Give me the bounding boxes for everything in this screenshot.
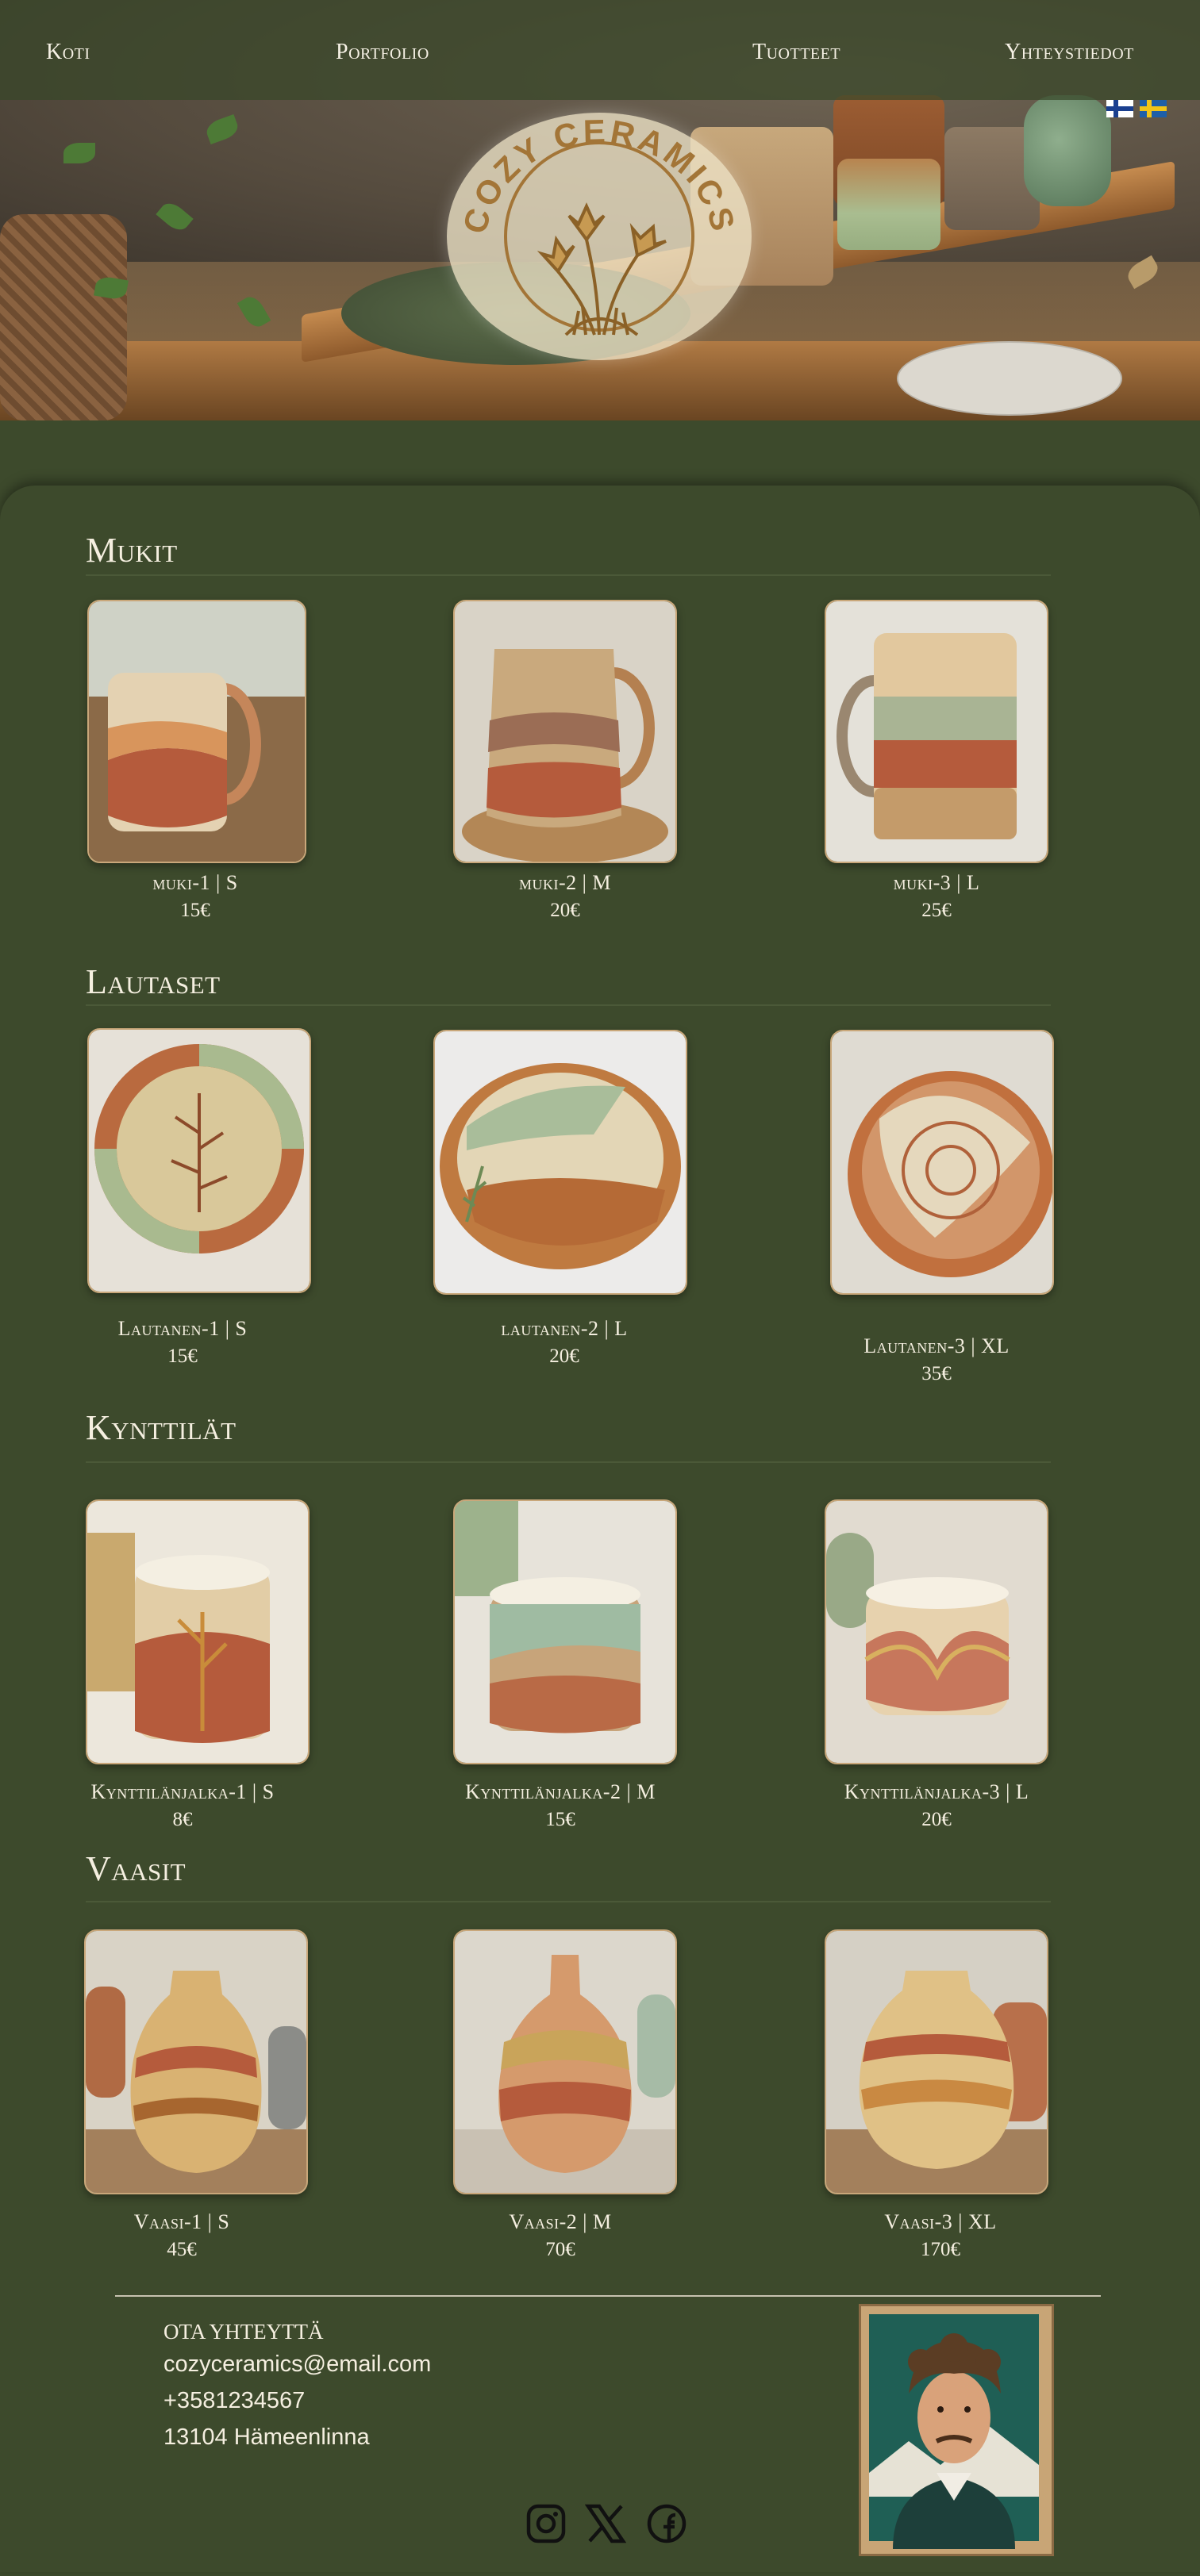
section-title-vases: Vaasit (86, 1849, 187, 1888)
mug-image (89, 601, 305, 862)
product-price: 45€ (167, 2239, 197, 2260)
x-icon[interactable] (584, 2503, 627, 2544)
product-price: 20€ (921, 1809, 952, 1830)
instagram-icon[interactable] (525, 2503, 567, 2544)
swedish-flag-icon[interactable] (1140, 100, 1167, 117)
candle-holder-image (87, 1501, 308, 1763)
product-card-vaasi-1[interactable] (84, 1929, 308, 2194)
hero-leaf (237, 293, 271, 331)
mug-image (826, 601, 1047, 862)
hero-vase (1024, 95, 1111, 206)
footer-divider (115, 2295, 1101, 2297)
facebook-icon[interactable] (646, 2503, 687, 2544)
nav-home[interactable]: Koti (46, 40, 90, 65)
product-name: Vaasi-1 | S (133, 2210, 230, 2233)
product-price: 35€ (921, 1363, 952, 1384)
contact-address: 13104 Hämeenlinna (163, 2424, 370, 2450)
finnish-flag-icon[interactable] (1106, 100, 1133, 117)
section-title-candles: Kynttilät (86, 1408, 237, 1447)
plate-image (89, 1030, 310, 1292)
product-name: Kynttilänjalka-2 | M (465, 1780, 656, 1803)
vase-image (86, 1931, 306, 2193)
product-price: 70€ (545, 2239, 575, 2260)
product-card-muki-3[interactable] (825, 600, 1048, 863)
product-card-kynttilanjalka-3[interactable] (825, 1499, 1048, 1764)
product-price: 20€ (549, 1346, 579, 1367)
nav-portfolio[interactable]: Portfolio (336, 40, 429, 65)
product-card-lautanen-3[interactable] (830, 1030, 1054, 1295)
hero-plates-right (897, 341, 1122, 416)
product-name: Vaasi-3 | XL (884, 2210, 997, 2233)
mug-image (455, 601, 675, 862)
vase-image (455, 1931, 675, 2193)
product-card-muki-1[interactable] (87, 600, 306, 863)
candle-holder-image (826, 1501, 1047, 1763)
product-card-vaasi-2[interactable] (453, 1929, 677, 2194)
section-divider (86, 1901, 1051, 1902)
portrait-image (859, 2304, 1054, 2556)
product-price: 15€ (545, 1809, 575, 1830)
section-title-mugs: Mukit (86, 531, 178, 570)
section-divider (86, 1461, 1051, 1463)
contact-phone[interactable]: +3581234567 (163, 2388, 305, 2414)
product-name: Kynttilänjalka-1 | S (90, 1780, 275, 1803)
product-price: 170€ (921, 2239, 960, 2260)
product-name: Lautanen-1 | S (117, 1317, 248, 1340)
hero-leaf (63, 143, 95, 163)
section-divider (86, 574, 1051, 576)
product-card-vaasi-3[interactable] (825, 1929, 1048, 2194)
product-price: 20€ (550, 900, 580, 921)
product-name: muki-1 | S (152, 871, 238, 894)
product-name: Kynttilänjalka-3 | L (844, 1780, 1029, 1803)
language-switcher (1106, 100, 1167, 117)
plate-image (832, 1031, 1052, 1293)
nav-products[interactable]: Tuotteet (752, 40, 840, 65)
top-navigation: Koti Portfolio Tuotteet Yhteystiedot (0, 0, 1200, 100)
product-card-muki-2[interactable] (453, 600, 677, 863)
product-card-kynttilanjalka-2[interactable] (453, 1499, 677, 1764)
section-divider (86, 1004, 1051, 1006)
vase-image (826, 1931, 1047, 2193)
product-name: Lautanen-3 | XL (863, 1334, 1010, 1357)
product-card-lautanen-1[interactable] (87, 1028, 311, 1293)
product-price: 15€ (180, 900, 210, 921)
product-name: muki-3 | L (893, 871, 980, 894)
contact-email[interactable]: cozyceramics@email.com (163, 2351, 431, 2378)
product-price: 25€ (921, 900, 952, 921)
nav-contact[interactable]: Yhteystiedot (1005, 40, 1134, 65)
product-name: lautanen-2 | L (501, 1317, 628, 1340)
product-card-kynttilanjalka-1[interactable] (86, 1499, 310, 1764)
plate-image (435, 1031, 686, 1293)
candle-holder-image (455, 1501, 675, 1763)
section-title-plates: Lautaset (86, 962, 221, 1001)
contact-title: OTA YHTEYTTÄ (163, 2320, 324, 2344)
product-card-lautanen-2[interactable] (433, 1030, 687, 1295)
product-name: muki-2 | M (519, 871, 611, 894)
product-name: Vaasi-2 | M (509, 2210, 612, 2233)
brand-logo[interactable]: COZY CERAMICS (447, 113, 752, 360)
product-price: 15€ (167, 1346, 198, 1367)
product-price: 8€ (172, 1809, 193, 1830)
hero-basket (0, 214, 127, 420)
hero-green-pot (837, 159, 940, 250)
